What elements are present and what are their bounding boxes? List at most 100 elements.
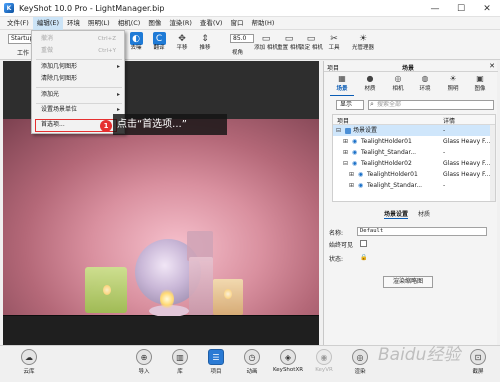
- expand-icon[interactable]: ⊞: [343, 147, 348, 158]
- material-icon: ●: [366, 74, 374, 83]
- menu-environment[interactable]: 环境: [63, 17, 84, 30]
- add-camera-button[interactable]: ▭ 添加 相机: [254, 32, 278, 58]
- light-manager-button[interactable]: ☀ 光管理器: [349, 32, 377, 58]
- visibility-eye-icon[interactable]: ◉: [358, 169, 363, 180]
- visibility-eye-icon[interactable]: ◉: [352, 136, 357, 147]
- tree-row[interactable]: ⊞ ◉ TealightHolder01 Glass Heavy F...: [333, 169, 495, 180]
- status-label: 状态:: [329, 256, 344, 263]
- bottom-button-label: 截屏: [472, 369, 484, 375]
- maximize-button[interactable]: ☐: [448, 0, 474, 17]
- library-button[interactable]: ▥ 库: [166, 349, 194, 381]
- project-button[interactable]: ☰ 项目: [202, 349, 230, 381]
- search-placeholder: 搜索全部: [377, 101, 402, 108]
- reset-camera-button[interactable]: ▭ 重置 相机: [277, 32, 301, 58]
- tree-scrollbar[interactable]: [490, 125, 495, 201]
- screenshot-button[interactable]: ⊡ 截屏: [464, 349, 492, 381]
- denoise-button[interactable]: ◐ 去噪: [125, 32, 147, 58]
- display-filter-dropdown[interactable]: 显示: [336, 100, 364, 110]
- collapse-icon[interactable]: ⊟: [336, 125, 341, 136]
- shortcut-label: Ctrl+Z: [97, 36, 116, 42]
- subtab-material[interactable]: 材质: [418, 209, 430, 218]
- collapse-icon[interactable]: ⊟: [343, 158, 348, 169]
- visibility-eye-icon[interactable]: ◉: [352, 147, 357, 158]
- menu-item-label: 设置场景单位: [41, 106, 78, 113]
- cloud-library-button[interactable]: ☁ 云库: [15, 349, 43, 381]
- tree-row[interactable]: ⊞ ◉ Tealight_Standar... -: [333, 147, 495, 158]
- menu-item-scene-units[interactable]: 设置场景单位 ▸: [32, 104, 124, 116]
- menu-render[interactable]: 渲染(R): [165, 17, 196, 30]
- tab-label: 材质: [364, 86, 376, 92]
- lock-camera-button[interactable]: ▭ 锁定 相机: [299, 32, 323, 58]
- tab-label: 照明: [447, 86, 459, 92]
- name-field[interactable]: Default: [357, 227, 487, 236]
- close-button[interactable]: ✕: [474, 0, 500, 17]
- menu-window[interactable]: 窗口: [226, 17, 247, 30]
- tab-lighting[interactable]: ☀ 照明: [441, 74, 465, 96]
- reset-camera-icon: ▭: [284, 33, 294, 44]
- bottom-button-label: KeyVR: [315, 367, 333, 373]
- refresh-button[interactable]: C 翻译: [148, 32, 170, 58]
- tools-button[interactable]: ✂ 工具: [323, 32, 345, 58]
- menu-item-redo[interactable]: 重做 Ctrl+Y: [32, 45, 124, 57]
- tab-image[interactable]: ▣ 图像: [468, 74, 492, 96]
- minimize-button[interactable]: —: [422, 0, 448, 17]
- expand-icon[interactable]: ⊞: [343, 136, 348, 147]
- menu-image[interactable]: 图像: [144, 17, 165, 30]
- dolly-button[interactable]: ⇕ 推移: [194, 32, 216, 58]
- tree-row-detail: -: [443, 127, 446, 134]
- bottom-button-label: 项目: [210, 369, 222, 375]
- scene-render: [3, 119, 319, 317]
- menu-item-clear-geometry[interactable]: 清除几何图形: [32, 73, 124, 85]
- tab-environment[interactable]: ◍ 环境: [413, 74, 437, 96]
- image-icon: ▣: [476, 74, 484, 83]
- tree-header-detail: 详情: [443, 118, 456, 125]
- window-title: KeyShot 10.0 Pro - LightManager.bip: [19, 3, 165, 13]
- name-label: 名称:: [329, 230, 344, 237]
- scene-filter-bar: 显示 ⌕ 搜索全部: [330, 100, 496, 111]
- tree-row[interactable]: ⊞ ◉ TealightHolder01 Glass Heavy F...: [333, 136, 495, 147]
- amber-tealight-holder: [213, 279, 243, 315]
- keyshotxr-button[interactable]: ◈ KeyShotXR: [273, 349, 303, 381]
- pan-icon: ✥: [178, 33, 186, 44]
- add-camera-label: 添加 相机: [254, 45, 278, 51]
- render-thumbnail-button[interactable]: 渲染缩略图: [383, 276, 433, 288]
- light-manager-icon: ☀: [358, 33, 368, 44]
- field-of-view-input[interactable]: 85.0: [230, 34, 254, 43]
- tree-row[interactable]: ⊞ ◉ Tealight_Standar... -: [333, 180, 495, 191]
- menu-edit[interactable]: 编辑(E): [32, 16, 63, 30]
- scene-icon: ▦: [338, 74, 346, 83]
- menu-camera[interactable]: 相机(C): [114, 17, 145, 30]
- tab-material[interactable]: ● 材质: [358, 74, 382, 96]
- tree-row-name: TealightHolder01: [361, 138, 412, 145]
- render-button[interactable]: ◎ 渲染: [346, 349, 374, 381]
- expand-icon[interactable]: ⊞: [349, 180, 354, 191]
- menu-help[interactable]: 帮助(H): [247, 17, 278, 30]
- visibility-eye-icon[interactable]: ◉: [358, 180, 363, 191]
- expand-icon[interactable]: ⊞: [349, 169, 354, 180]
- keyvr-button[interactable]: ◉ KeyVR: [310, 349, 338, 381]
- subtab-scene-settings[interactable]: 场景设置: [384, 209, 409, 219]
- menu-view[interactable]: 查看(V): [196, 17, 227, 30]
- menu-file[interactable]: 文件(F): [3, 17, 33, 30]
- import-icon: ⊕: [136, 349, 152, 365]
- tree-row[interactable]: ⊟ 场景设置 -: [333, 125, 495, 136]
- menu-item-add-light[interactable]: 添加光 ▸: [32, 89, 124, 101]
- menu-item-add-geometry[interactable]: 添加几何图形 ▸: [32, 61, 124, 73]
- panel-close-icon[interactable]: ✕: [489, 62, 495, 70]
- import-button[interactable]: ⊕ 导入: [130, 349, 158, 381]
- tab-scene[interactable]: ▦ 场景: [330, 74, 354, 96]
- tab-camera[interactable]: ◎ 相机: [386, 74, 410, 96]
- edit-menu-dropdown: 撤消 Ctrl+Z 重做 Ctrl+Y 添加几何图形 ▸ 清除几何图形 添加光 …: [31, 30, 125, 134]
- tab-label: 环境: [419, 86, 431, 92]
- animation-button[interactable]: ◷ 动画: [238, 349, 266, 381]
- menu-item-undo[interactable]: 撤消 Ctrl+Z: [32, 33, 124, 45]
- visibility-eye-icon[interactable]: ◉: [352, 158, 357, 169]
- always-visible-checkbox[interactable]: [360, 240, 367, 247]
- menu-item-label: 重做: [41, 47, 54, 54]
- tree-row[interactable]: ⊟ ◉ TealightHolder02 Glass Heavy F...: [333, 158, 495, 169]
- pan-button[interactable]: ✥ 平移: [171, 32, 193, 58]
- tree-row-name: Tealight_Standar...: [367, 182, 423, 189]
- menu-lighting[interactable]: 照明(L): [84, 17, 114, 30]
- denoise-label: 去噪: [130, 45, 142, 51]
- scene-search-input[interactable]: ⌕ 搜索全部: [368, 100, 494, 110]
